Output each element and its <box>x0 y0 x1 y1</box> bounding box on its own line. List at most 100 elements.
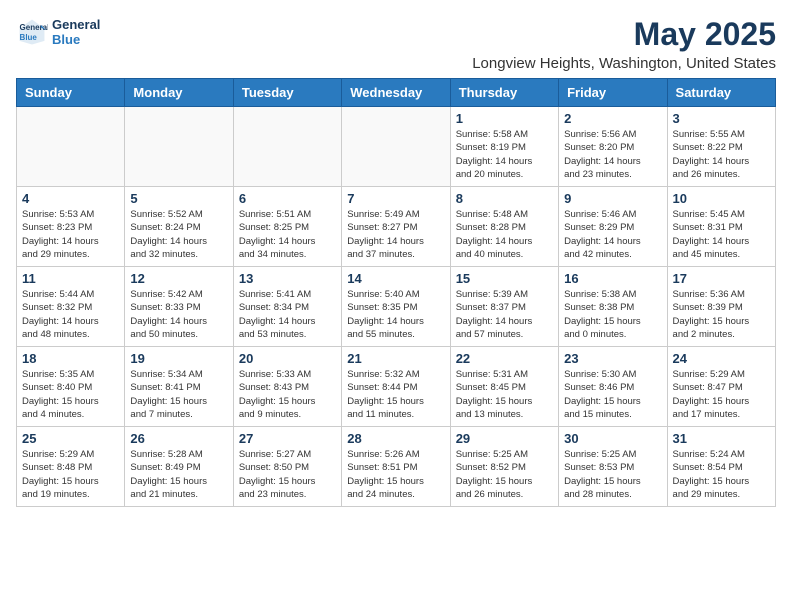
calendar-cell: 16 Sunrise: 5:38 AM Sunset: 8:38 PM Dayli… <box>559 267 667 347</box>
logo-icon: General Blue <box>16 16 48 48</box>
title-area: May 2025 Longview Heights, Washington, U… <box>472 16 776 72</box>
day-info: Sunrise: 5:36 AM Sunset: 8:39 PM Dayligh… <box>673 288 770 341</box>
day-number: 23 <box>564 351 661 366</box>
day-info: Sunrise: 5:55 AM Sunset: 8:22 PM Dayligh… <box>673 128 770 181</box>
day-number: 29 <box>456 431 553 446</box>
day-number: 24 <box>673 351 770 366</box>
calendar-cell: 17 Sunrise: 5:36 AM Sunset: 8:39 PM Dayli… <box>667 267 775 347</box>
calendar-cell: 6Sunrise: 5:51 AM Sunset: 8:25 PM Daylig… <box>233 187 341 267</box>
weekday-header-sunday: Sunday <box>17 79 125 107</box>
calendar-cell: 22 Sunrise: 5:31 AM Sunset: 8:45 PM Dayli… <box>450 347 558 427</box>
day-number: 20 <box>239 351 336 366</box>
calendar-title: May 2025 <box>472 16 776 53</box>
weekday-header-friday: Friday <box>559 79 667 107</box>
calendar-subtitle: Longview Heights, Washington, United Sta… <box>472 55 776 72</box>
day-number: 22 <box>456 351 553 366</box>
day-number: 18 <box>22 351 119 366</box>
calendar-cell: 23Sunrise: 5:30 AM Sunset: 8:46 PM Dayli… <box>559 347 667 427</box>
week-row-1: 1 Sunrise: 5:58 AM Sunset: 8:19 PM Daylig… <box>17 107 776 187</box>
day-info: Sunrise: 5:56 AM Sunset: 8:20 PM Dayligh… <box>564 128 661 181</box>
calendar-cell: 1 Sunrise: 5:58 AM Sunset: 8:19 PM Daylig… <box>450 107 558 187</box>
calendar-cell: 18Sunrise: 5:35 AM Sunset: 8:40 PM Dayli… <box>17 347 125 427</box>
calendar-cell: 3 Sunrise: 5:55 AM Sunset: 8:22 PM Daylig… <box>667 107 775 187</box>
day-number: 3 <box>673 111 770 126</box>
calendar-cell: 12 Sunrise: 5:42 AM Sunset: 8:33 PM Dayli… <box>125 267 233 347</box>
calendar-cell: 20 Sunrise: 5:33 AM Sunset: 8:43 PM Dayli… <box>233 347 341 427</box>
weekday-header-saturday: Saturday <box>667 79 775 107</box>
day-info: Sunrise: 5:39 AM Sunset: 8:37 PM Dayligh… <box>456 288 553 341</box>
day-info: Sunrise: 5:24 AM Sunset: 8:54 PM Dayligh… <box>673 448 770 501</box>
day-number: 19 <box>130 351 227 366</box>
day-number: 21 <box>347 351 444 366</box>
day-number: 13 <box>239 271 336 286</box>
day-info: Sunrise: 5:53 AM Sunset: 8:23 PM Dayligh… <box>22 208 119 261</box>
day-number: 26 <box>130 431 227 446</box>
day-info: Sunrise: 5:29 AM Sunset: 8:48 PM Dayligh… <box>22 448 119 501</box>
day-number: 12 <box>130 271 227 286</box>
week-row-3: 11Sunrise: 5:44 AM Sunset: 8:32 PM Dayli… <box>17 267 776 347</box>
day-number: 28 <box>347 431 444 446</box>
day-number: 11 <box>22 271 119 286</box>
day-info: Sunrise: 5:42 AM Sunset: 8:33 PM Dayligh… <box>130 288 227 341</box>
weekday-header-thursday: Thursday <box>450 79 558 107</box>
calendar-cell <box>125 107 233 187</box>
day-number: 6 <box>239 191 336 206</box>
day-info: Sunrise: 5:58 AM Sunset: 8:19 PM Dayligh… <box>456 128 553 181</box>
calendar-cell: 14 Sunrise: 5:40 AM Sunset: 8:35 PM Dayli… <box>342 267 450 347</box>
calendar-cell: 11Sunrise: 5:44 AM Sunset: 8:32 PM Dayli… <box>17 267 125 347</box>
day-info: Sunrise: 5:49 AM Sunset: 8:27 PM Dayligh… <box>347 208 444 261</box>
calendar-cell: 9Sunrise: 5:46 AM Sunset: 8:29 PM Daylig… <box>559 187 667 267</box>
day-number: 16 <box>564 271 661 286</box>
day-info: Sunrise: 5:31 AM Sunset: 8:45 PM Dayligh… <box>456 368 553 421</box>
day-number: 1 <box>456 111 553 126</box>
calendar-cell: 25 Sunrise: 5:29 AM Sunset: 8:48 PM Dayli… <box>17 427 125 507</box>
week-row-2: 4 Sunrise: 5:53 AM Sunset: 8:23 PM Daylig… <box>17 187 776 267</box>
weekday-header-monday: Monday <box>125 79 233 107</box>
calendar-cell: 26 Sunrise: 5:28 AM Sunset: 8:49 PM Dayli… <box>125 427 233 507</box>
day-info: Sunrise: 5:38 AM Sunset: 8:38 PM Dayligh… <box>564 288 661 341</box>
calendar-cell: 7 Sunrise: 5:49 AM Sunset: 8:27 PM Daylig… <box>342 187 450 267</box>
day-number: 8 <box>456 191 553 206</box>
day-info: Sunrise: 5:40 AM Sunset: 8:35 PM Dayligh… <box>347 288 444 341</box>
day-info: Sunrise: 5:46 AM Sunset: 8:29 PM Dayligh… <box>564 208 661 261</box>
weekday-header-wednesday: Wednesday <box>342 79 450 107</box>
calendar-cell <box>342 107 450 187</box>
day-info: Sunrise: 5:33 AM Sunset: 8:43 PM Dayligh… <box>239 368 336 421</box>
day-number: 17 <box>673 271 770 286</box>
day-info: Sunrise: 5:34 AM Sunset: 8:41 PM Dayligh… <box>130 368 227 421</box>
logo-text: General Blue <box>52 17 100 47</box>
calendar-cell: 27Sunrise: 5:27 AM Sunset: 8:50 PM Dayli… <box>233 427 341 507</box>
calendar-cell: 8Sunrise: 5:48 AM Sunset: 8:28 PM Daylig… <box>450 187 558 267</box>
weekday-header-tuesday: Tuesday <box>233 79 341 107</box>
calendar-cell: 31Sunrise: 5:24 AM Sunset: 8:54 PM Dayli… <box>667 427 775 507</box>
day-number: 7 <box>347 191 444 206</box>
day-number: 15 <box>456 271 553 286</box>
day-info: Sunrise: 5:25 AM Sunset: 8:52 PM Dayligh… <box>456 448 553 501</box>
day-info: Sunrise: 5:28 AM Sunset: 8:49 PM Dayligh… <box>130 448 227 501</box>
day-info: Sunrise: 5:45 AM Sunset: 8:31 PM Dayligh… <box>673 208 770 261</box>
week-row-4: 18Sunrise: 5:35 AM Sunset: 8:40 PM Dayli… <box>17 347 776 427</box>
calendar-cell: 2Sunrise: 5:56 AM Sunset: 8:20 PM Daylig… <box>559 107 667 187</box>
calendar-cell: 15 Sunrise: 5:39 AM Sunset: 8:37 PM Dayli… <box>450 267 558 347</box>
calendar-cell: 10 Sunrise: 5:45 AM Sunset: 8:31 PM Dayli… <box>667 187 775 267</box>
day-info: Sunrise: 5:26 AM Sunset: 8:51 PM Dayligh… <box>347 448 444 501</box>
day-info: Sunrise: 5:41 AM Sunset: 8:34 PM Dayligh… <box>239 288 336 341</box>
calendar-cell: 28 Sunrise: 5:26 AM Sunset: 8:51 PM Dayli… <box>342 427 450 507</box>
day-number: 14 <box>347 271 444 286</box>
day-number: 4 <box>22 191 119 206</box>
calendar-cell: 21 Sunrise: 5:32 AM Sunset: 8:44 PM Dayli… <box>342 347 450 427</box>
day-number: 10 <box>673 191 770 206</box>
day-info: Sunrise: 5:32 AM Sunset: 8:44 PM Dayligh… <box>347 368 444 421</box>
header: General Blue General Blue May 2025 Longv… <box>16 16 776 72</box>
calendar-cell: 19 Sunrise: 5:34 AM Sunset: 8:41 PM Dayli… <box>125 347 233 427</box>
calendar-cell: 30Sunrise: 5:25 AM Sunset: 8:53 PM Dayli… <box>559 427 667 507</box>
day-number: 25 <box>22 431 119 446</box>
day-info: Sunrise: 5:25 AM Sunset: 8:53 PM Dayligh… <box>564 448 661 501</box>
calendar-cell: 24Sunrise: 5:29 AM Sunset: 8:47 PM Dayli… <box>667 347 775 427</box>
day-number: 27 <box>239 431 336 446</box>
calendar-table: SundayMondayTuesdayWednesdayThursdayFrid… <box>16 78 776 507</box>
calendar-cell: 13 Sunrise: 5:41 AM Sunset: 8:34 PM Dayli… <box>233 267 341 347</box>
logo: General Blue General Blue <box>16 16 100 48</box>
calendar-cell <box>233 107 341 187</box>
svg-text:Blue: Blue <box>20 33 38 42</box>
